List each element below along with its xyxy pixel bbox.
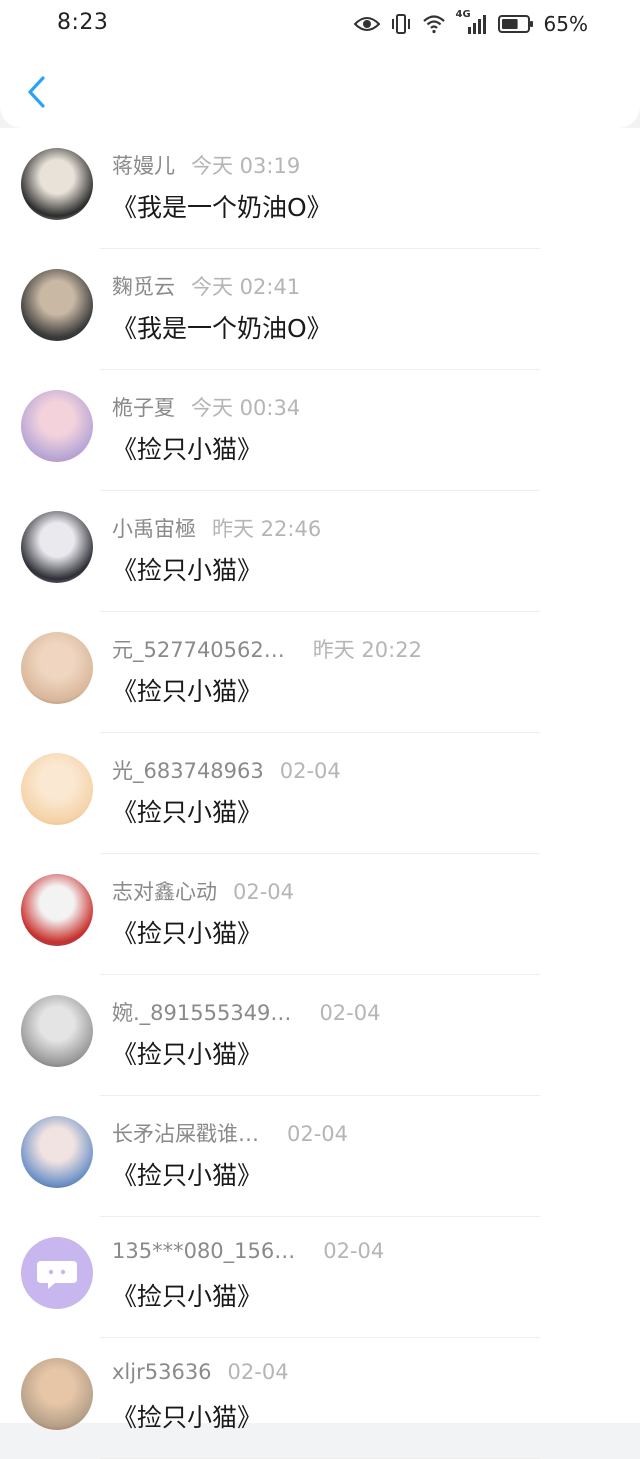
message-header: 光_683748963 02-04 (112, 755, 341, 783)
timestamp: 02-04 (233, 880, 295, 904)
sender-name[interactable]: 麴觅云 (112, 275, 175, 299)
story-title[interactable]: 《捡只小猫》 (112, 1398, 262, 1434)
signal-icon: 4G (456, 9, 488, 35)
list-item[interactable]: 蒋嫚儿 今天 03:19 《我是一个奶油O》 (0, 128, 640, 249)
message-header: 麴觅云 今天 02:41 (112, 271, 300, 299)
message-header: 元_527740562… 昨天 20:22 (112, 634, 422, 662)
status-icons: 4G 65% (353, 9, 588, 38)
story-title[interactable]: 《捡只小猫》 (112, 430, 262, 466)
timestamp: 昨天 20:22 (312, 638, 422, 662)
list-item[interactable]: 志对鑫心动 02-04 《捡只小猫》 (0, 854, 640, 975)
list-item[interactable]: 长矛沾屎戳谁… 02-04 《捡只小猫》 (0, 1096, 640, 1217)
timestamp: 02-04 (323, 1239, 385, 1263)
sender-name[interactable]: 元_527740562… (112, 638, 285, 662)
avatar[interactable] (21, 148, 93, 220)
message-header: 志对鑫心动 02-04 (112, 876, 294, 904)
list-item[interactable]: 桅子夏 今天 00:34 《捡只小猫》 (0, 370, 640, 491)
story-title[interactable]: 《捡只小猫》 (112, 1035, 262, 1071)
back-button[interactable] (18, 72, 54, 112)
wifi-icon (422, 15, 445, 34)
timestamp: 今天 00:34 (191, 396, 301, 420)
status-bar: 8:23 4G 65% (0, 0, 640, 48)
story-title[interactable]: 《捡只小猫》 (112, 793, 262, 829)
avatar[interactable] (21, 874, 93, 946)
avatar[interactable] (21, 269, 93, 341)
vibrate-icon (391, 14, 410, 34)
sender-name[interactable]: xljr53636 (112, 1360, 212, 1384)
avatar[interactable] (21, 632, 93, 704)
list-item[interactable]: 小禹宙極 昨天 22:46 《捡只小猫》 (0, 491, 640, 612)
list-item[interactable]: 元_527740562… 昨天 20:22 《捡只小猫》 (0, 612, 640, 733)
sender-name[interactable]: 志对鑫心动 (112, 880, 217, 904)
story-title[interactable]: 《捡只小猫》 (112, 1277, 262, 1313)
timestamp: 02-04 (319, 1001, 381, 1025)
sender-name[interactable]: 婉._891555349… (112, 1001, 291, 1025)
battery-icon (497, 15, 533, 33)
story-title[interactable]: 《捡只小猫》 (112, 1156, 262, 1192)
timestamp: 02-04 (279, 759, 341, 783)
message-header: 蒋嫚儿 今天 03:19 (112, 150, 300, 178)
sender-name[interactable]: 135***080_156… (112, 1239, 295, 1263)
sender-name[interactable]: 桅子夏 (112, 396, 175, 420)
list-item[interactable]: 光_683748963 02-04 《捡只小猫》 (0, 733, 640, 854)
list-item[interactable]: 麴觅云 今天 02:41 《我是一个奶油O》 (0, 249, 640, 370)
avatar[interactable] (21, 390, 93, 462)
message-header: 135***080_156… 02-04 (112, 1239, 384, 1267)
timestamp: 昨天 22:46 (212, 517, 322, 541)
chevron-left-icon (28, 76, 45, 108)
chat-bubble-icon[interactable] (21, 1237, 93, 1309)
timestamp: 02-04 (227, 1360, 289, 1384)
sender-name[interactable]: 小禹宙極 (112, 517, 196, 541)
message-header: xljr53636 02-04 (112, 1360, 289, 1388)
message-header: 小禹宙極 昨天 22:46 (112, 513, 321, 541)
story-title[interactable]: 《我是一个奶油O》 (112, 309, 332, 345)
avatar[interactable] (21, 995, 93, 1067)
avatar[interactable] (21, 753, 93, 825)
list-item[interactable]: 婉._891555349… 02-04 《捡只小猫》 (0, 975, 640, 1096)
sender-name[interactable]: 光_683748963 (112, 759, 264, 783)
timestamp: 今天 02:41 (191, 275, 301, 299)
list-item[interactable]: xljr53636 02-04 《捡只小猫》 (0, 1338, 640, 1459)
story-title[interactable]: 《捡只小猫》 (112, 551, 262, 587)
message-list: 蒋嫚儿 今天 03:19 《我是一个奶油O》 麴觅云 今天 02:41 《我是一个奶油O》… (0, 128, 640, 1459)
avatar[interactable] (21, 511, 93, 583)
sender-name[interactable]: 长矛沾屎戳谁… (112, 1122, 259, 1146)
sender-name[interactable]: 蒋嫚儿 (112, 154, 175, 178)
message-header: 婉._891555349… 02-04 (112, 997, 380, 1025)
timestamp: 02-04 (287, 1122, 349, 1146)
message-header: 桅子夏 今天 00:34 (112, 392, 300, 420)
list-item[interactable]: 135***080_156… 02-04 《捡只小猫》 (0, 1217, 640, 1338)
story-title[interactable]: 《捡只小猫》 (112, 914, 262, 950)
avatar[interactable] (21, 1358, 93, 1430)
story-title[interactable]: 《捡只小猫》 (112, 672, 262, 708)
status-time: 8:23 (57, 10, 109, 35)
timestamp: 今天 03:19 (191, 154, 301, 178)
eye-icon (353, 17, 380, 31)
message-header: 长矛沾屎戳谁… 02-04 (112, 1118, 348, 1146)
battery-percent: 65% (543, 12, 588, 36)
nav-bar (0, 48, 640, 128)
avatar[interactable] (21, 1116, 93, 1188)
story-title[interactable]: 《我是一个奶油O》 (112, 188, 332, 224)
